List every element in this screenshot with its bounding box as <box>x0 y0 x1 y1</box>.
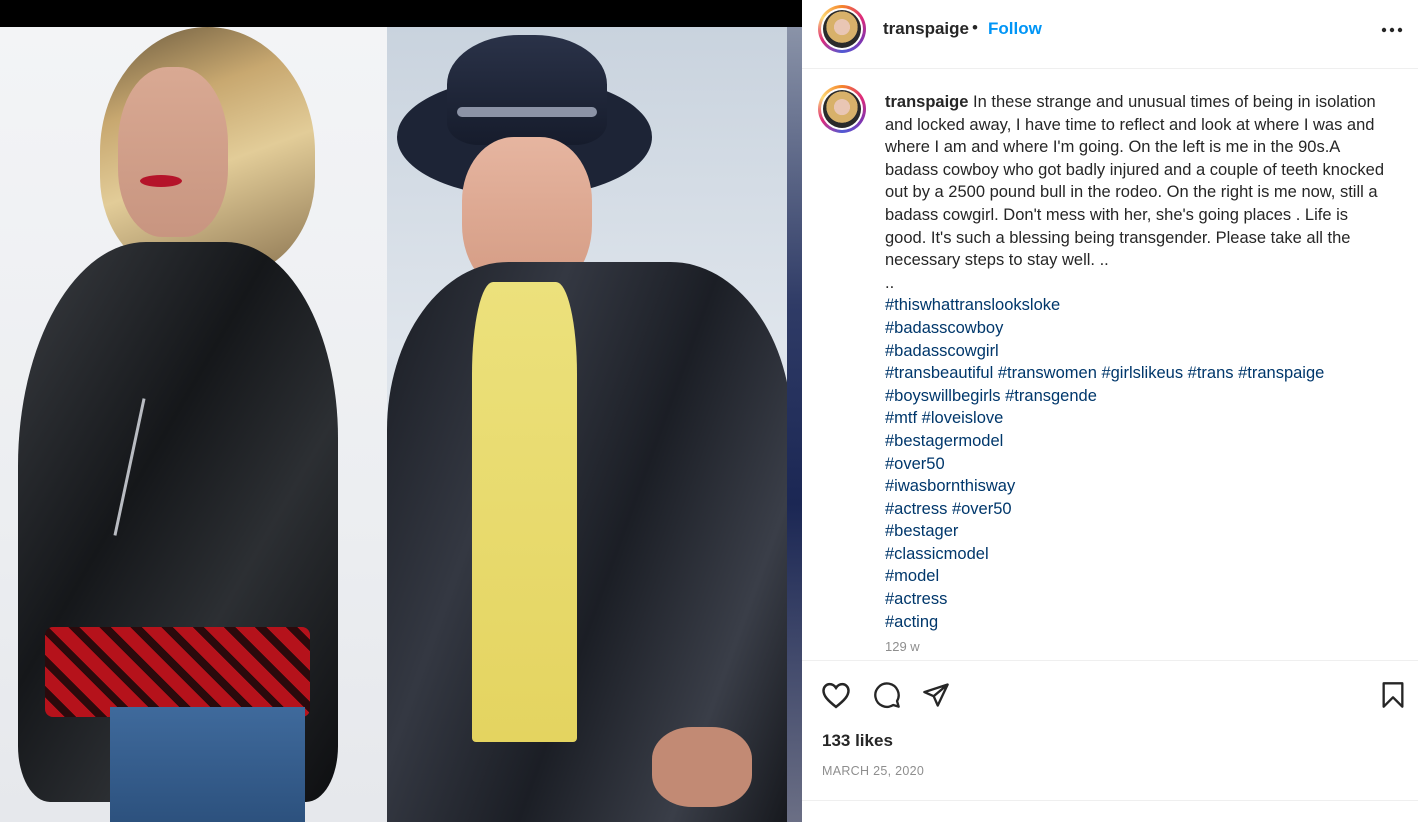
caption-body: In these strange and unusual times of be… <box>885 93 1385 270</box>
post-header: transpaige • Follow <box>802 0 1418 69</box>
instagram-post-view: transpaige • Follow transpaige In these … <box>0 0 1418 822</box>
hashtag-line[interactable]: #transbeautiful #transwomen #girlslikeus… <box>885 362 1385 385</box>
hat-crown-shape <box>447 35 607 145</box>
avatar-image <box>823 10 861 48</box>
hat-band-shape <box>457 107 597 117</box>
bookmark-icon <box>1382 682 1404 708</box>
hashtag-line[interactable]: #mtf #loveislove <box>885 407 1385 430</box>
follow-button[interactable]: Follow <box>988 19 1042 39</box>
save-button[interactable] <box>1377 679 1409 711</box>
hashtag-line[interactable]: #actress #over50 <box>885 498 1385 521</box>
more-options-icon <box>1381 27 1403 33</box>
avatar[interactable] <box>818 5 866 53</box>
caption-avatar-image <box>823 90 861 128</box>
like-count[interactable]: 133 likes <box>822 731 893 751</box>
action-section: 133 likes MARCH 25, 2020 <box>802 660 1418 801</box>
like-button[interactable] <box>820 679 852 711</box>
flannel-shape <box>45 627 310 717</box>
post-side-panel: transpaige • Follow transpaige In these … <box>802 0 1418 822</box>
comment-bar <box>802 800 1418 823</box>
hashtag-line[interactable]: #actress <box>885 588 1385 611</box>
header-username[interactable]: transpaige <box>883 19 969 39</box>
caption-dots: .. <box>885 273 895 292</box>
photo-right-panel <box>387 27 802 822</box>
comment-button[interactable] <box>871 679 903 711</box>
hand-shape <box>652 727 752 807</box>
hashtag-line[interactable]: #thiswhattranslooksloke <box>885 294 1385 317</box>
hashtag-line[interactable]: #classicmodel <box>885 543 1385 566</box>
post-date: MARCH 25, 2020 <box>822 764 925 778</box>
paper-plane-icon <box>923 683 949 707</box>
lips-shape <box>140 175 182 187</box>
hashtag-list: #thiswhattranslooksloke #badasscowboy #bad… <box>885 294 1385 633</box>
hashtag-line[interactable]: #bestagermodel <box>885 430 1385 453</box>
caption-username[interactable]: transpaige <box>885 93 968 111</box>
caption-text: transpaige In these strange and unusual … <box>885 91 1385 633</box>
yellow-shirt-shape <box>472 282 577 742</box>
photo-left-panel <box>0 27 387 822</box>
face-shape <box>118 67 228 237</box>
hashtag-line[interactable]: #bestager <box>885 520 1385 543</box>
hashtag-line[interactable]: #acting <box>885 611 1385 634</box>
hashtag-line[interactable]: #badasscowboy <box>885 317 1385 340</box>
post-photo[interactable] <box>0 0 802 822</box>
post-age: 129 w <box>885 639 920 654</box>
caption-avatar[interactable] <box>818 85 866 133</box>
header-separator: • <box>972 18 978 37</box>
caption-section: transpaige In these strange and unusual … <box>802 69 1418 659</box>
more-options-button[interactable] <box>1374 14 1410 46</box>
hashtag-line[interactable]: #over50 <box>885 453 1385 476</box>
photo-top-bar <box>0 0 802 27</box>
hashtag-line[interactable]: #model <box>885 565 1385 588</box>
heart-icon <box>822 682 850 709</box>
photo-edge-strip <box>787 27 802 822</box>
hashtag-line[interactable]: #iwasbornthisway <box>885 475 1385 498</box>
hashtag-line[interactable]: #boyswillbegirls #transgende <box>885 385 1385 408</box>
comment-icon <box>874 682 900 708</box>
hashtag-line[interactable]: #badasscowgirl <box>885 340 1385 363</box>
share-button[interactable] <box>920 679 952 711</box>
jeans-shape <box>110 707 305 822</box>
